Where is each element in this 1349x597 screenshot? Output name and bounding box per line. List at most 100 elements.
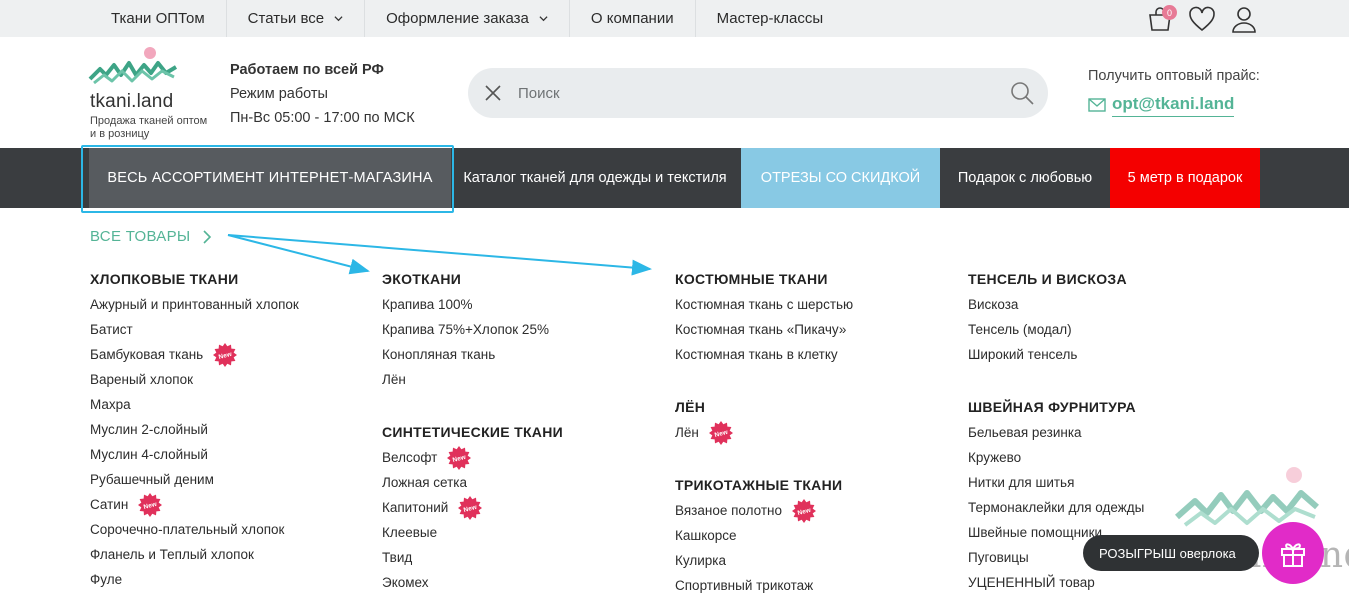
category-item[interactable]: Вязаное полотно New <box>675 498 853 523</box>
work-hours: Пн-Вс 05:00 - 17:00 по МСК <box>230 110 415 126</box>
category-item[interactable]: Костюмная ткань «Пикачу» <box>675 317 853 342</box>
raffle-button[interactable]: РОЗЫГРЫШ оверлока <box>1083 535 1259 571</box>
arrow-to-suit-fabrics <box>227 234 652 276</box>
category-item[interactable]: Лён New <box>675 420 853 445</box>
topnav-about[interactable]: О компании <box>570 0 696 37</box>
menu-all-assortment[interactable]: ВЕСЬ АССОРТИМЕНТ ИНТЕРНЕТ-МАГАЗИНА <box>89 148 451 208</box>
work-info: Работаем по всей РФ Режим работы Пн-Вс 0… <box>230 58 415 130</box>
arrow-to-ecofabrics <box>227 234 370 275</box>
favorites-button[interactable] <box>1188 5 1216 33</box>
topnav-wholesale[interactable]: Ткани ОПТом <box>90 0 227 37</box>
category-item[interactable]: Муслин 2-слойный <box>90 417 299 442</box>
gift-icon <box>1281 543 1305 567</box>
logo-mark-icon <box>88 47 178 85</box>
category-item[interactable]: Батист <box>90 317 299 342</box>
category-item[interactable]: Фланель и Теплый хлопок <box>90 542 299 567</box>
category-item[interactable]: Спортивный трикотаж <box>675 573 853 597</box>
chevron-down-icon <box>334 16 343 22</box>
category-item[interactable]: Широкий тенсель <box>968 342 1144 367</box>
category-item[interactable]: Крапива 100% <box>382 292 563 317</box>
category-item[interactable]: Кашкорсе <box>675 523 853 548</box>
search-bar <box>468 68 1048 118</box>
category-title[interactable]: ЭКОТКАНИ <box>382 270 563 289</box>
category-item[interactable]: Экомех <box>382 570 563 595</box>
category-list: Костюмная ткань с шерстью Костюмная ткан… <box>675 292 853 367</box>
all-goods-link[interactable]: ВСЕ ТОВАРЫ <box>90 228 212 245</box>
new-badge-icon: New <box>792 498 816 523</box>
category-item[interactable]: УЦЕНЕННЫЙ товар <box>968 570 1144 595</box>
category-item[interactable]: Ажурный и принтованный хлопок <box>90 292 299 317</box>
category-item[interactable]: Бамбуковая ткань New <box>90 342 299 367</box>
category-item[interactable]: Махра <box>90 392 299 417</box>
category-item[interactable]: Кружево <box>968 445 1144 470</box>
category-item[interactable]: Капитоний New <box>382 495 563 520</box>
category-item[interactable]: Вискоза <box>968 292 1144 317</box>
category-list: Вискоза Тенсель (модал) Широкий тенсель <box>968 292 1144 367</box>
chevron-right-icon <box>203 229 212 244</box>
topnav-articles[interactable]: Статьи все <box>227 0 366 37</box>
work-mode: Режим работы <box>230 86 328 102</box>
category-item[interactable]: Лён <box>382 367 563 392</box>
cart-button[interactable]: 0 <box>1146 5 1177 33</box>
email-contact: opt@tkani.land <box>1088 92 1235 118</box>
new-badge-icon: New <box>447 445 472 470</box>
menu-catalog[interactable]: Каталог тканей для одежды и текстиля <box>455 148 735 208</box>
search-icon[interactable] <box>1010 81 1034 105</box>
gift-button[interactable] <box>1262 522 1324 584</box>
cart-count-badge: 0 <box>1162 5 1177 20</box>
new-badge-icon: New <box>458 495 483 520</box>
user-icon <box>1232 7 1256 33</box>
new-badge-icon: New <box>708 420 733 445</box>
site-logo[interactable]: tkani.land Продажа тканей оптом и в розн… <box>88 45 207 143</box>
category-item[interactable]: Велсофт New <box>382 445 563 470</box>
category-item[interactable]: Твид <box>382 545 563 570</box>
work-title: Работаем по всей РФ <box>230 62 384 78</box>
menu-promo[interactable]: 5 метр в подарок <box>1110 148 1260 208</box>
envelope-icon <box>1088 98 1106 112</box>
close-icon[interactable] <box>484 84 502 102</box>
heart-icon <box>1189 6 1215 32</box>
category-title[interactable]: ЛЁН <box>675 398 853 417</box>
topnav-ordering[interactable]: Оформление заказа <box>365 0 570 37</box>
category-item[interactable]: Ложная сетка <box>382 470 563 495</box>
top-nav: Ткани ОПТом Статьи все Оформление заказа… <box>90 0 844 37</box>
category-item[interactable]: Сатин New <box>90 492 299 517</box>
category-item[interactable]: Муслин 4-слойный <box>90 442 299 467</box>
category-title[interactable]: ШВЕЙНАЯ ФУРНИТУРА <box>968 398 1144 417</box>
category-list: Велсофт New Ложная сетка Капитоний New Кле… <box>382 445 563 595</box>
category-title[interactable]: СИНТЕТИЧЕСКИЕ ТКАНИ <box>382 423 563 442</box>
category-column-2: ЭКОТКАНИ Крапива 100% Крапива 75%+Хлопок… <box>382 270 563 595</box>
email-link[interactable]: opt@tkani.land <box>1112 94 1235 117</box>
search-input[interactable] <box>518 84 978 102</box>
category-item[interactable]: Крапива 75%+Хлопок 25% <box>382 317 563 342</box>
category-item[interactable]: Костюмная ткань в клетку <box>675 342 853 367</box>
menu-gift[interactable]: Подарок с любовью <box>940 148 1110 208</box>
account-button[interactable] <box>1230 5 1258 33</box>
category-item[interactable]: Вареный хлопок <box>90 367 299 392</box>
category-item[interactable]: Тенсель (модал) <box>968 317 1144 342</box>
category-list: Вязаное полотно New Кашкорсе Кулирка Спор… <box>675 498 853 597</box>
new-badge-icon: New <box>213 342 238 367</box>
category-item[interactable]: Сорочечно-плательный хлопок <box>90 517 299 542</box>
menu-discount-cuts[interactable]: ОТРЕЗЫ СО СКИДКОЙ <box>741 148 940 208</box>
category-item[interactable]: Конопляная ткань <box>382 342 563 367</box>
category-item[interactable]: Нитки для шитья <box>968 470 1144 495</box>
logo-name: tkani.land <box>90 91 174 112</box>
category-item[interactable]: Кулирка <box>675 548 853 573</box>
category-item[interactable]: Клеевые <box>382 520 563 545</box>
category-item[interactable]: Бельевая резинка <box>968 420 1144 445</box>
logo-tagline: Продажа тканей оптом и в розницу <box>90 115 208 140</box>
category-title[interactable]: ТРИКОТАЖНЫЕ ТКАНИ <box>675 476 853 495</box>
category-list: Крапива 100% Крапива 75%+Хлопок 25% Коно… <box>382 292 563 392</box>
category-item[interactable]: Рубашечный деним <box>90 467 299 492</box>
category-title[interactable]: КОСТЮМНЫЕ ТКАНИ <box>675 270 853 289</box>
topnav-masterclasses[interactable]: Мастер-классы <box>696 0 845 37</box>
category-item[interactable]: Термонаклейки для одежды <box>968 495 1144 520</box>
category-title[interactable]: ТЕНСЕЛЬ И ВИСКОЗА <box>968 270 1144 289</box>
category-column-1: ХЛОПКОВЫЕ ТКАНИ Ажурный и принтованный х… <box>90 270 299 592</box>
new-badge-icon: New <box>138 492 163 517</box>
top-bar: Ткани ОПТом Статьи все Оформление заказа… <box>0 0 1349 37</box>
category-title[interactable]: ХЛОПКОВЫЕ ТКАНИ <box>90 270 299 289</box>
category-item[interactable]: Фуле <box>90 567 299 592</box>
category-item[interactable]: Костюмная ткань с шерстью <box>675 292 853 317</box>
